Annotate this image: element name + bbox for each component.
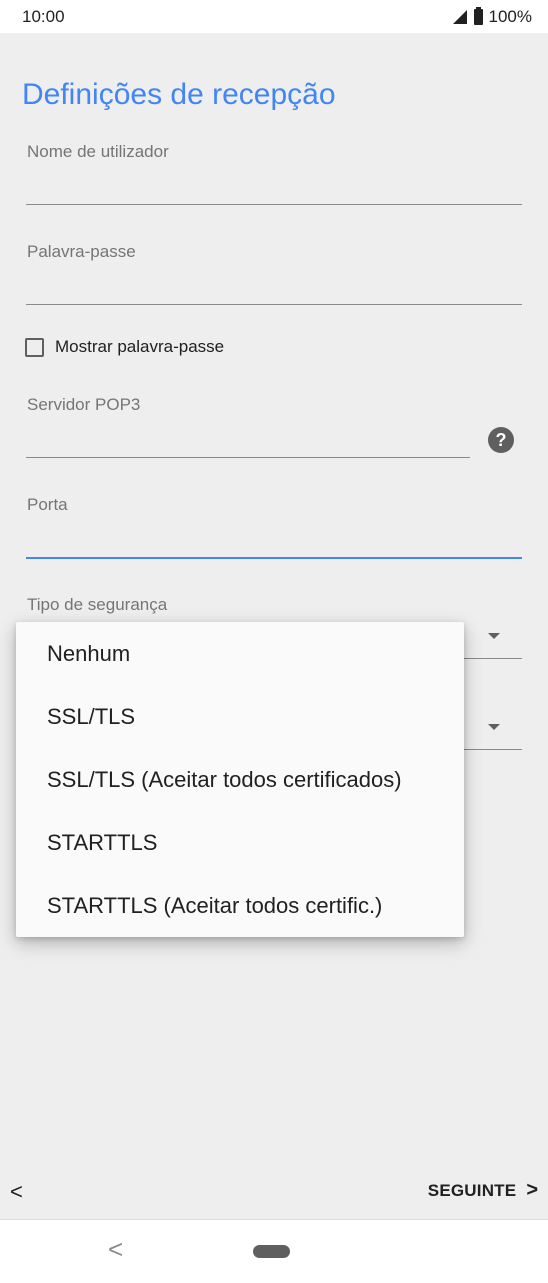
dropdown-option-ssl-tls[interactable]: SSL/TLS xyxy=(16,685,464,748)
second-dropdown-arrow-icon[interactable] xyxy=(488,724,500,730)
show-password-row[interactable]: Mostrar palavra-passe xyxy=(25,337,224,357)
security-dropdown-menu: Nenhum SSL/TLS SSL/TLS (Aceitar todos ce… xyxy=(16,622,464,937)
password-field[interactable] xyxy=(26,304,522,305)
security-dropdown-arrow-icon[interactable] xyxy=(488,633,500,639)
next-button[interactable]: SEGUINTE > xyxy=(428,1179,538,1202)
username-label: Nome de utilizador xyxy=(27,142,169,161)
dropdown-option-ssl-tls-accept-all[interactable]: SSL/TLS (Aceitar todos certificados) xyxy=(16,748,464,811)
security-select-line xyxy=(464,658,522,659)
status-bar: 10:00 100% xyxy=(0,0,548,33)
nav-home-icon[interactable] xyxy=(253,1245,290,1258)
help-icon[interactable]: ? xyxy=(488,427,514,453)
username-field[interactable] xyxy=(26,204,522,205)
dropdown-option-nenhum[interactable]: Nenhum xyxy=(16,622,464,685)
battery-icon xyxy=(473,6,483,25)
status-time: 10:00 xyxy=(22,6,65,26)
show-password-label: Mostrar palavra-passe xyxy=(55,337,225,356)
dropdown-option-starttls[interactable]: STARTTLS xyxy=(16,811,464,874)
signal-icon xyxy=(452,9,467,24)
status-icons: 100% xyxy=(452,6,532,27)
security-label: Tipo de segurança xyxy=(27,595,168,614)
server-field[interactable] xyxy=(26,457,470,458)
page-title: Definições de recepção xyxy=(22,78,336,111)
next-button-label: SEGUINTE xyxy=(427,1180,517,1200)
battery-level: 100% xyxy=(488,6,532,26)
next-chevron-icon: > xyxy=(526,1179,538,1201)
show-password-checkbox[interactable] xyxy=(25,337,44,357)
back-chevron-icon[interactable]: < xyxy=(10,1179,23,1205)
port-field[interactable] xyxy=(26,557,522,559)
nav-back-icon[interactable]: < xyxy=(108,1234,123,1265)
bottom-action-bar: < SEGUINTE > xyxy=(0,1165,548,1215)
system-nav-bar: < xyxy=(0,1219,548,1283)
password-label: Palavra-passe xyxy=(27,242,136,261)
second-select-line xyxy=(464,749,522,750)
dropdown-option-starttls-accept-all[interactable]: STARTTLS (Aceitar todos certific.) xyxy=(16,874,464,937)
port-label: Porta xyxy=(27,495,68,514)
server-label: Servidor POP3 xyxy=(27,395,141,414)
